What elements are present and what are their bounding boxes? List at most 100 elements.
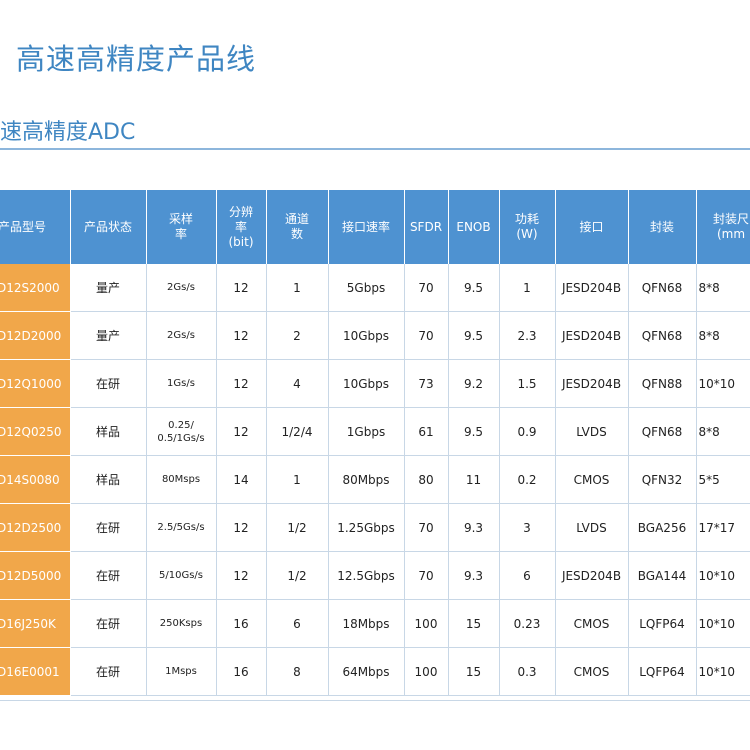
column-header-interface-rate: 接口速率 — [328, 190, 405, 264]
cell-model: D12Q0250 — [0, 407, 71, 456]
cell-power: 1 — [499, 264, 556, 312]
cell-channels: 8 — [266, 647, 329, 696]
cell-channels: 1 — [266, 455, 329, 504]
cell-resolution: 12 — [216, 359, 267, 408]
cell-channels: 1/2 — [266, 551, 329, 600]
column-header-resolution: 分辨率 (bit) — [216, 190, 267, 264]
cell-interface: JESD204B — [555, 551, 629, 600]
cell-interface: CMOS — [555, 647, 629, 696]
cell-interface-rate: 5Gbps — [328, 264, 405, 312]
cell-interface-rate: 18Mbps — [328, 599, 405, 648]
section-divider — [0, 148, 750, 150]
cell-power: 0.23 — [499, 599, 556, 648]
cell-channels: 1 — [266, 264, 329, 312]
table-row: D12Q0250 样品 0.25/0.5/1Gs/s 12 1/2/4 1Gbps 61 9.… — [0, 407, 750, 456]
cell-interface-rate: 10Gbps — [328, 359, 405, 408]
cell-power: 0.9 — [499, 407, 556, 456]
cell-resolution: 16 — [216, 599, 267, 648]
cell-resolution: 14 — [216, 455, 267, 504]
section-title: 速高精度ADC — [0, 120, 136, 145]
cell-sfdr: 100 — [404, 599, 449, 648]
cell-channels: 4 — [266, 359, 329, 408]
cell-sfdr: 70 — [404, 503, 449, 552]
cell-model: D14S0080 — [0, 455, 71, 504]
cell-package: LQFP64 — [628, 599, 697, 648]
table-row: D12S2000 量产 2Gs/s 12 1 5Gbps 70 9.5 1 JESD204B QFN… — [0, 264, 750, 312]
cell-resolution: 12 — [216, 264, 267, 312]
cell-package: BGA144 — [628, 551, 697, 600]
table-body: D12S2000 量产 2Gs/s 12 1 5Gbps 70 9.5 1 JESD204B QFN… — [0, 264, 750, 696]
cell-sample-rate: 2Gs/s — [146, 264, 217, 312]
table-header-row: 产品型号 产品状态 采样率分辨率 (bit) 通道数接口速率 SFDR ENOB 功耗 (W) 接… — [0, 190, 750, 264]
cell-sfdr: 70 — [404, 264, 449, 312]
cell-channels: 1/2 — [266, 503, 329, 552]
cell-interface: JESD204B — [555, 264, 629, 312]
cell-package-size: 17*17 — [696, 503, 750, 552]
table-row: D16E0001 在研 1Msps 16 8 64Mbps 100 15 0.3 CMOS LQFP… — [0, 647, 750, 696]
cell-enob: 9.5 — [448, 311, 500, 360]
column-header-enob: ENOB — [448, 190, 500, 264]
cell-enob: 9.3 — [448, 551, 500, 600]
cell-resolution: 12 — [216, 551, 267, 600]
cell-sfdr: 70 — [404, 311, 449, 360]
cell-enob: 9.3 — [448, 503, 500, 552]
cell-resolution: 12 — [216, 503, 267, 552]
cell-model: D12D2500 — [0, 503, 71, 552]
cell-resolution: 16 — [216, 647, 267, 696]
cell-model: D16J250K — [0, 599, 71, 648]
table-row: D12Q1000 在研 1Gs/s 12 4 10Gbps 73 9.2 1.5 JESD204B… — [0, 359, 750, 408]
cell-sfdr: 61 — [404, 407, 449, 456]
cell-power: 2.3 — [499, 311, 556, 360]
cell-status: 样品 — [70, 407, 147, 456]
cell-status: 样品 — [70, 455, 147, 504]
cell-interface: JESD204B — [555, 359, 629, 408]
cell-package-size: 5*5 — [696, 455, 750, 504]
column-header-channels: 通道数 — [266, 190, 329, 264]
cell-status: 量产 — [70, 311, 147, 360]
cell-interface-rate: 10Gbps — [328, 311, 405, 360]
table-row: D12D5000 在研 5/10Gs/s 12 1/2 12.5Gbps 70 9.3 6 JES… — [0, 551, 750, 600]
table-row: D12D2000 量产 2Gs/s 12 2 10Gbps 70 9.5 2.3 JESD204B… — [0, 311, 750, 360]
cell-package-size: 8*8 — [696, 407, 750, 456]
cell-channels: 1/2/4 — [266, 407, 329, 456]
cell-interface-rate: 1Gbps — [328, 407, 405, 456]
cell-enob: 15 — [448, 599, 500, 648]
column-header-sample-rate: 采样率 — [146, 190, 217, 264]
cell-sample-rate: 80Msps — [146, 455, 217, 504]
cell-sfdr: 70 — [404, 551, 449, 600]
cell-package-size: 10*10 — [696, 599, 750, 648]
cell-power: 3 — [499, 503, 556, 552]
cell-model: D12D2000 — [0, 311, 71, 360]
cell-sample-rate: 5/10Gs/s — [146, 551, 217, 600]
cell-channels: 2 — [266, 311, 329, 360]
cell-package: QFN68 — [628, 264, 697, 312]
product-table: 产品型号 产品状态 采样率分辨率 (bit) 通道数接口速率 SFDR ENOB 功耗 (W) 接… — [0, 190, 750, 696]
cell-model: D12S2000 — [0, 264, 71, 312]
cell-package-size: 10*10 — [696, 359, 750, 408]
cell-package-size: 8*8 — [696, 264, 750, 312]
cell-status: 在研 — [70, 503, 147, 552]
cell-model: D12D5000 — [0, 551, 71, 600]
column-header-interface: 接口 — [555, 190, 629, 264]
cell-sample-rate: 2.5/5Gs/s — [146, 503, 217, 552]
cell-interface: CMOS — [555, 599, 629, 648]
cell-status: 量产 — [70, 264, 147, 312]
cell-interface: LVDS — [555, 407, 629, 456]
cell-package-size: 10*10 — [696, 551, 750, 600]
cell-resolution: 12 — [216, 311, 267, 360]
column-header-power: 功耗 (W) — [499, 190, 556, 264]
cell-status: 在研 — [70, 551, 147, 600]
cell-package: BGA256 — [628, 503, 697, 552]
cell-sample-rate: 0.25/0.5/1Gs/s — [146, 407, 217, 456]
table-row: D16J250K 在研 250Ksps 16 6 18Mbps 100 15 0.23 CMOS L… — [0, 599, 750, 648]
column-header-package-size: 封装尺 (mm — [696, 190, 750, 264]
cell-interface: CMOS — [555, 455, 629, 504]
cell-enob: 9.5 — [448, 264, 500, 312]
cell-sample-rate: 1Msps — [146, 647, 217, 696]
cell-status: 在研 — [70, 359, 147, 408]
cell-power: 0.3 — [499, 647, 556, 696]
cell-sfdr: 100 — [404, 647, 449, 696]
cell-status: 在研 — [70, 599, 147, 648]
cell-package: QFN68 — [628, 311, 697, 360]
cell-interface-rate: 12.5Gbps — [328, 551, 405, 600]
